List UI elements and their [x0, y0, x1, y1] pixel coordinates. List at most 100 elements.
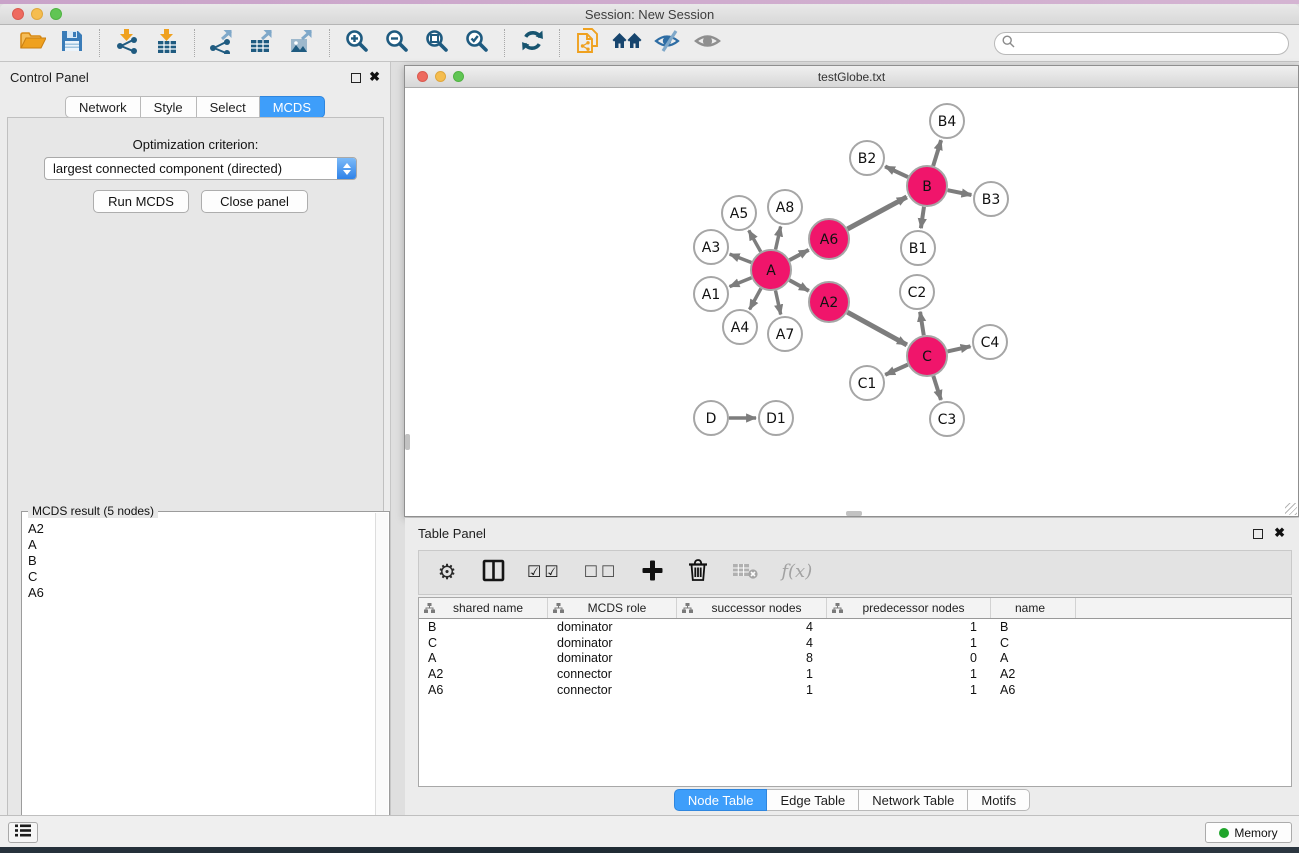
cell-predecessor-nodes[interactable]: 1 — [827, 620, 991, 634]
cell-MCDS-role[interactable]: connector — [548, 667, 677, 681]
cell-successor-nodes[interactable]: 4 — [677, 620, 827, 634]
cell-predecessor-nodes[interactable]: 1 — [827, 683, 991, 697]
graph-edge-A-A1[interactable] — [730, 278, 752, 287]
graph-node-D[interactable]: D — [694, 401, 728, 435]
zoom-in-button[interactable] — [342, 28, 372, 58]
graph-node-C1[interactable]: C1 — [850, 366, 884, 400]
graph-edge-A-A6[interactable] — [790, 250, 809, 260]
open-session-button[interactable] — [17, 28, 47, 58]
graph-node-A6[interactable]: A6 — [809, 219, 849, 259]
graph-edge-A6-B[interactable] — [847, 197, 906, 229]
graph-edge-B-B4[interactable] — [933, 140, 941, 166]
mcds-result-item[interactable]: A — [26, 537, 373, 553]
import-table-button[interactable] — [152, 28, 182, 58]
graph-node-A8[interactable]: A8 — [768, 190, 802, 224]
control-panel-float-icon[interactable] — [351, 73, 361, 83]
graph-node-B[interactable]: B — [907, 166, 947, 206]
graph-node-C4[interactable]: C4 — [973, 325, 1007, 359]
table-settings-button[interactable]: ⚙ — [435, 559, 459, 587]
graph-edge-C-C1[interactable] — [885, 365, 908, 375]
graph-edge-C-C4[interactable] — [947, 346, 970, 351]
column-header-predecessor-nodes[interactable]: predecessor nodes — [827, 598, 991, 618]
cell-shared-name[interactable]: A — [419, 651, 548, 665]
graph-edge-A-A2[interactable] — [789, 280, 808, 291]
graph-node-A2[interactable]: A2 — [809, 282, 849, 322]
cell-shared-name[interactable]: A6 — [419, 683, 548, 697]
table-row[interactable]: A6connector11A6 — [419, 682, 1291, 698]
cell-successor-nodes[interactable]: 8 — [677, 651, 827, 665]
graph-node-A1[interactable]: A1 — [694, 277, 728, 311]
cell-name[interactable]: A6 — [991, 683, 1076, 697]
cell-predecessor-nodes[interactable]: 1 — [827, 636, 991, 650]
show-columns-button[interactable] — [481, 559, 505, 587]
graph-node-B1[interactable]: B1 — [901, 231, 935, 265]
cell-MCDS-role[interactable]: dominator — [548, 636, 677, 650]
cell-shared-name[interactable]: A2 — [419, 667, 548, 681]
graph-node-B2[interactable]: B2 — [850, 141, 884, 175]
mcds-result-list[interactable]: A2ABCA6 — [26, 521, 373, 852]
table-row[interactable]: Cdominator41C — [419, 635, 1291, 651]
column-header-name[interactable]: name — [991, 598, 1076, 618]
column-header-MCDS-role[interactable]: MCDS role — [548, 598, 677, 618]
table-panel-float-icon[interactable] — [1253, 529, 1263, 539]
cell-MCDS-role[interactable]: connector — [548, 683, 677, 697]
graph-edge-A-A5[interactable] — [749, 230, 761, 251]
mcds-result-item[interactable]: C — [26, 569, 373, 585]
cell-successor-nodes[interactable]: 1 — [677, 667, 827, 681]
cell-name[interactable]: A2 — [991, 667, 1076, 681]
graph-edge-B-B1[interactable] — [921, 207, 924, 228]
table-panel-close-icon[interactable]: ✖ — [1274, 525, 1285, 541]
export-image-button[interactable] — [287, 28, 317, 58]
table-row[interactable]: Adominator80A — [419, 650, 1291, 666]
tab-select[interactable]: Select — [197, 96, 260, 118]
search-input[interactable] — [1015, 37, 1288, 51]
network-resize-corner[interactable] — [1285, 503, 1297, 515]
mcds-result-item[interactable]: A2 — [26, 521, 373, 537]
tab-network-table[interactable]: Network Table — [859, 789, 968, 811]
export-network-button[interactable] — [207, 28, 237, 58]
search-box[interactable] — [994, 32, 1289, 55]
cell-name[interactable]: C — [991, 636, 1076, 650]
cell-name[interactable]: A — [991, 651, 1076, 665]
graph-edge-C-C2[interactable] — [920, 312, 924, 335]
graph-edge-A-A7[interactable] — [775, 291, 780, 315]
graph-node-C3[interactable]: C3 — [930, 402, 964, 436]
graph-edge-B-B3[interactable] — [948, 190, 972, 195]
tab-edge-table[interactable]: Edge Table — [767, 789, 859, 811]
table-row[interactable]: Bdominator41B — [419, 619, 1291, 635]
import-network-button[interactable] — [112, 28, 142, 58]
table-row[interactable]: A2connector11A2 — [419, 666, 1291, 682]
deselect-all-rows-button[interactable]: ☐☐ — [584, 559, 619, 587]
create-column-button[interactable] — [640, 559, 664, 587]
tab-network[interactable]: Network — [65, 96, 141, 118]
tab-style[interactable]: Style — [141, 96, 197, 118]
graph-node-B3[interactable]: B3 — [974, 182, 1008, 216]
graph-edge-A-A4[interactable] — [750, 288, 761, 309]
memory-button[interactable]: Memory — [1205, 822, 1292, 843]
network-vertical-scroll-handle[interactable] — [405, 434, 410, 450]
run-mcds-button[interactable]: Run MCDS — [93, 190, 189, 213]
tab-node-table[interactable]: Node Table — [674, 789, 768, 811]
graph-node-A[interactable]: A — [751, 250, 791, 290]
graph-node-A4[interactable]: A4 — [723, 310, 757, 344]
cell-successor-nodes[interactable]: 1 — [677, 683, 827, 697]
delete-columns-button[interactable] — [686, 559, 710, 587]
column-header-successor-nodes[interactable]: successor nodes — [677, 598, 827, 618]
tab-motifs[interactable]: Motifs — [968, 789, 1030, 811]
cell-shared-name[interactable]: B — [419, 620, 548, 634]
refresh-button[interactable] — [517, 28, 547, 58]
graph-node-A3[interactable]: A3 — [694, 230, 728, 264]
graph-edge-B-B2[interactable] — [885, 166, 908, 177]
graph-node-B4[interactable]: B4 — [930, 104, 964, 138]
column-header-shared-name[interactable]: shared name — [419, 598, 548, 618]
graph-edge-A2-C[interactable] — [847, 312, 906, 345]
mcds-result-item[interactable]: B — [26, 553, 373, 569]
cell-successor-nodes[interactable]: 4 — [677, 636, 827, 650]
zoom-fit-button[interactable] — [422, 28, 452, 58]
graph-node-D1[interactable]: D1 — [759, 401, 793, 435]
graph-node-A5[interactable]: A5 — [722, 196, 756, 230]
graph-node-A7[interactable]: A7 — [768, 317, 802, 351]
show-all-button[interactable] — [692, 28, 722, 58]
cell-MCDS-role[interactable]: dominator — [548, 651, 677, 665]
graph-edge-C-C3[interactable] — [933, 376, 941, 400]
